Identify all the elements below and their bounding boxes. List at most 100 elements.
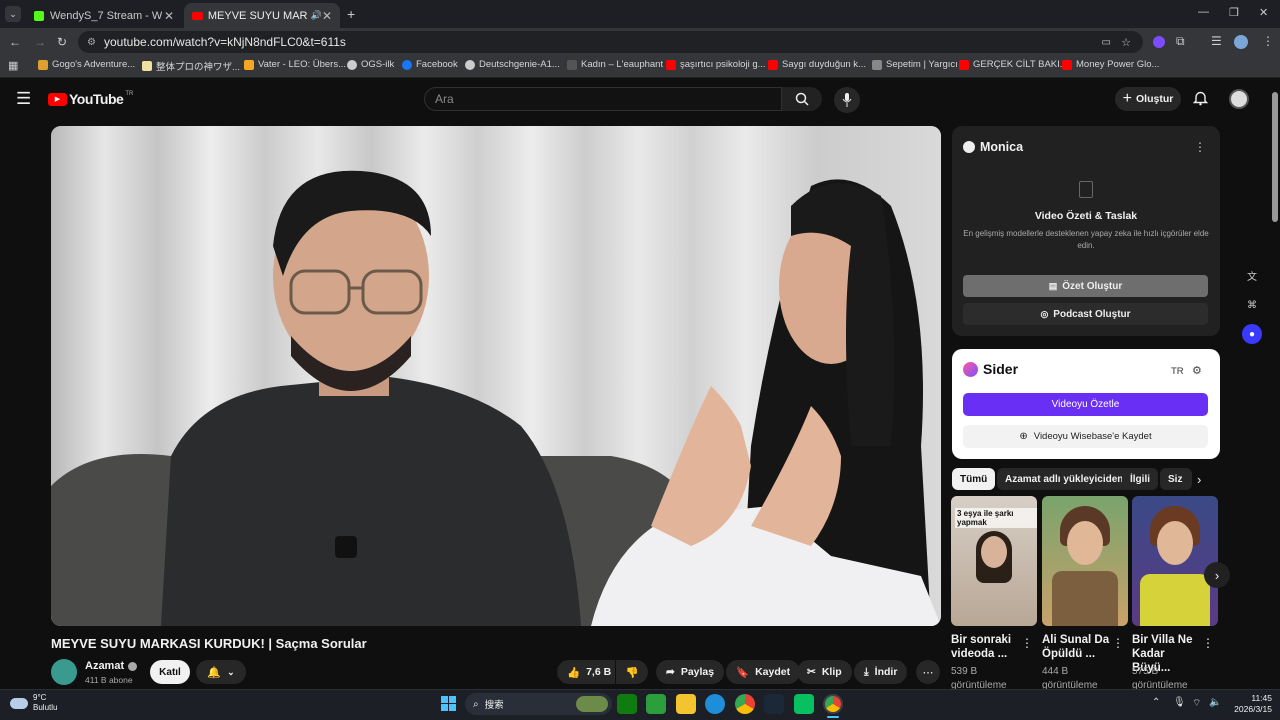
bookmark[interactable]: 整体プロの神ワザ... [142, 59, 240, 73]
chrome-icon[interactable] [735, 694, 755, 714]
microphone-icon[interactable]: 🎙 [1173, 697, 1186, 708]
reload-icon[interactable]: ↻ [57, 35, 67, 49]
related-video-title[interactable]: Bir sonraki videoda ... [951, 633, 1021, 661]
download-button[interactable]: ⤓ İndir [854, 660, 908, 684]
cast-icon[interactable]: ▭ [1102, 37, 1111, 48]
related-video-thumbnail[interactable] [1042, 496, 1128, 626]
save-button[interactable]: 🔖 Kaydet [726, 660, 801, 684]
file-explorer-icon[interactable] [676, 694, 696, 714]
tab-title: MEYVE SUYU MARKASI K [207, 9, 307, 22]
account-avatar[interactable] [1229, 89, 1249, 109]
new-tab-button[interactable]: + [347, 6, 355, 22]
bookmark[interactable]: GERÇEK CİLT BAKI... [959, 59, 1068, 70]
more-actions-button[interactable]: ⋯ [916, 660, 940, 684]
tab-youtube-video[interactable]: MEYVE SUYU MARKASI K 🔊 ✕ [184, 3, 340, 28]
chevron-right-scroll-button[interactable]: › [1204, 562, 1230, 588]
bookmark[interactable]: şaşırtıcı psikoloji g... [666, 59, 766, 70]
forward-icon[interactable]: → [34, 35, 46, 49]
bookmark[interactable]: Deutschgenie-A1... [465, 59, 560, 70]
monica-sidebar-icon[interactable]: ● [1242, 324, 1262, 344]
more-options-icon[interactable]: ⋮ [1021, 636, 1033, 650]
chrome-active-icon[interactable] [823, 694, 843, 714]
back-icon[interactable]: ← [9, 35, 21, 49]
like-button[interactable]: 👍 7,6 B [557, 660, 615, 684]
menu-icon[interactable]: ⋮ [1262, 34, 1274, 48]
filter-chip-all[interactable]: Tümü [952, 468, 996, 490]
more-options-icon[interactable]: ⋮ [1194, 140, 1206, 154]
monica-extension-icon[interactable] [1153, 36, 1165, 48]
steam-icon[interactable] [764, 694, 784, 714]
filter-chip-uploader[interactable]: Azamat adlı yükleyiciden [997, 468, 1132, 490]
monica-header: Monica [963, 140, 1023, 154]
save-to-wisebase-button[interactable]: ⊕ Videoyu Wisebase'e Kaydet [963, 425, 1208, 448]
translate-icon[interactable]: 文 [1242, 265, 1262, 285]
bookmark[interactable]: Kadın – L'eauphant [567, 59, 663, 70]
related-video-thumbnail[interactable]: 3 eşya ile şarkı yapmak [951, 496, 1037, 626]
join-button[interactable]: Katıl [150, 660, 190, 684]
app-icon[interactable] [646, 694, 666, 714]
video-player[interactable] [51, 126, 941, 626]
bookmark[interactable]: OGS-ilk [347, 59, 394, 70]
reading-list-icon[interactable]: ☰ [1211, 34, 1222, 48]
bookmark[interactable]: Gogo's Adventure... [38, 59, 135, 70]
related-video-thumbnail[interactable] [1132, 496, 1218, 626]
bookmark[interactable]: Saygı duyduğun k... [768, 59, 866, 70]
related-video-title[interactable]: Ali Sunal Da Öpüldü ... [1042, 633, 1112, 661]
restore-button[interactable]: ❐ [1229, 6, 1239, 19]
site-info-icon[interactable]: ⚙ [87, 37, 96, 48]
summarize-video-button[interactable]: Videoyu Özetle [963, 393, 1208, 416]
weather-widget[interactable]: 9°C Bulutlu [10, 693, 57, 713]
clip-button[interactable]: ✂ Klip [797, 660, 852, 684]
tab-wendys-stream[interactable]: WendyS_7 Stream - Watch Li ✕ [26, 3, 182, 28]
clock[interactable]: 11:45 2026/3/15 [1226, 693, 1272, 715]
hamburger-menu-icon[interactable]: ☰ [16, 89, 31, 109]
windows-start-icon[interactable] [441, 696, 456, 711]
apps-shortcut-icon[interactable]: ⌘ [1242, 295, 1262, 315]
tray-chevron-icon[interactable]: ⌃ [1152, 697, 1160, 708]
taskbar-search-box[interactable]: ⌕ 搜索 [465, 693, 612, 715]
search-button[interactable] [782, 87, 822, 111]
more-options-icon[interactable]: ⋮ [1202, 636, 1214, 650]
close-icon[interactable]: ✕ [164, 9, 174, 23]
youtube-logo[interactable]: ▶ YouTube TR [48, 91, 133, 107]
profile-avatar[interactable] [1234, 35, 1248, 49]
wifi-icon[interactable]: ⌔ [1192, 697, 1201, 710]
subscribe-notification-button[interactable]: 🔔 ⌄ [196, 660, 246, 684]
summary-create-button[interactable]: ▤ Özet Oluştur [963, 275, 1208, 297]
bookmark[interactable]: Money Power Glo... [1062, 59, 1159, 70]
share-button[interactable]: ➦ Paylaş [656, 660, 725, 684]
monica-heading: Video Özeti & Taslak [1034, 210, 1138, 222]
search-input[interactable]: Ara [424, 87, 782, 111]
page-scrollbar[interactable] [1272, 92, 1278, 222]
close-window-button[interactable]: ✕ [1259, 6, 1268, 19]
notifications-bell-icon[interactable] [1192, 90, 1209, 111]
edge-icon[interactable] [705, 694, 725, 714]
address-bar[interactable]: ⚙ youtube.com/watch?v=kNjN8ndFLC0&t=611s… [78, 31, 1143, 53]
chevron-right-icon[interactable]: › [1197, 472, 1201, 487]
apps-icon[interactable]: ▦ [8, 59, 18, 72]
voice-search-button[interactable] [834, 87, 860, 113]
dislike-button[interactable]: 👎 [616, 660, 648, 684]
language-selector[interactable]: TR [1171, 366, 1184, 377]
star-icon[interactable]: ☆ [1121, 36, 1131, 49]
document-icon [1079, 181, 1093, 198]
close-icon[interactable]: ✕ [322, 9, 332, 23]
filter-chip-related[interactable]: İlgili [1122, 468, 1158, 490]
settings-icon[interactable]: ⚙ [1192, 364, 1202, 377]
bookmark[interactable]: Vater - LEO: Übers... [244, 59, 346, 70]
channel-name[interactable]: Azamat [85, 660, 138, 672]
channel-avatar[interactable] [51, 659, 77, 685]
speaker-icon[interactable]: 🔊 [311, 10, 322, 21]
bookmark[interactable]: Facebook [402, 59, 458, 70]
filter-chip-for-you[interactable]: Siz [1160, 468, 1192, 490]
podcast-create-button[interactable]: ◎ Podcast Oluştur [963, 303, 1208, 325]
volume-icon[interactable]: 🔈 [1209, 697, 1221, 708]
minimize-button[interactable]: — [1198, 6, 1209, 18]
extensions-icon[interactable]: ⧉ [1176, 34, 1185, 49]
more-options-icon[interactable]: ⋮ [1112, 636, 1124, 650]
wechat-icon[interactable] [794, 694, 814, 714]
bookmark[interactable]: Sepetim | Yargıcı [872, 59, 958, 70]
tab-list-button[interactable]: ⌄ [5, 6, 21, 22]
xbox-icon[interactable] [617, 694, 637, 714]
create-button[interactable]: + Oluştur [1115, 87, 1181, 111]
